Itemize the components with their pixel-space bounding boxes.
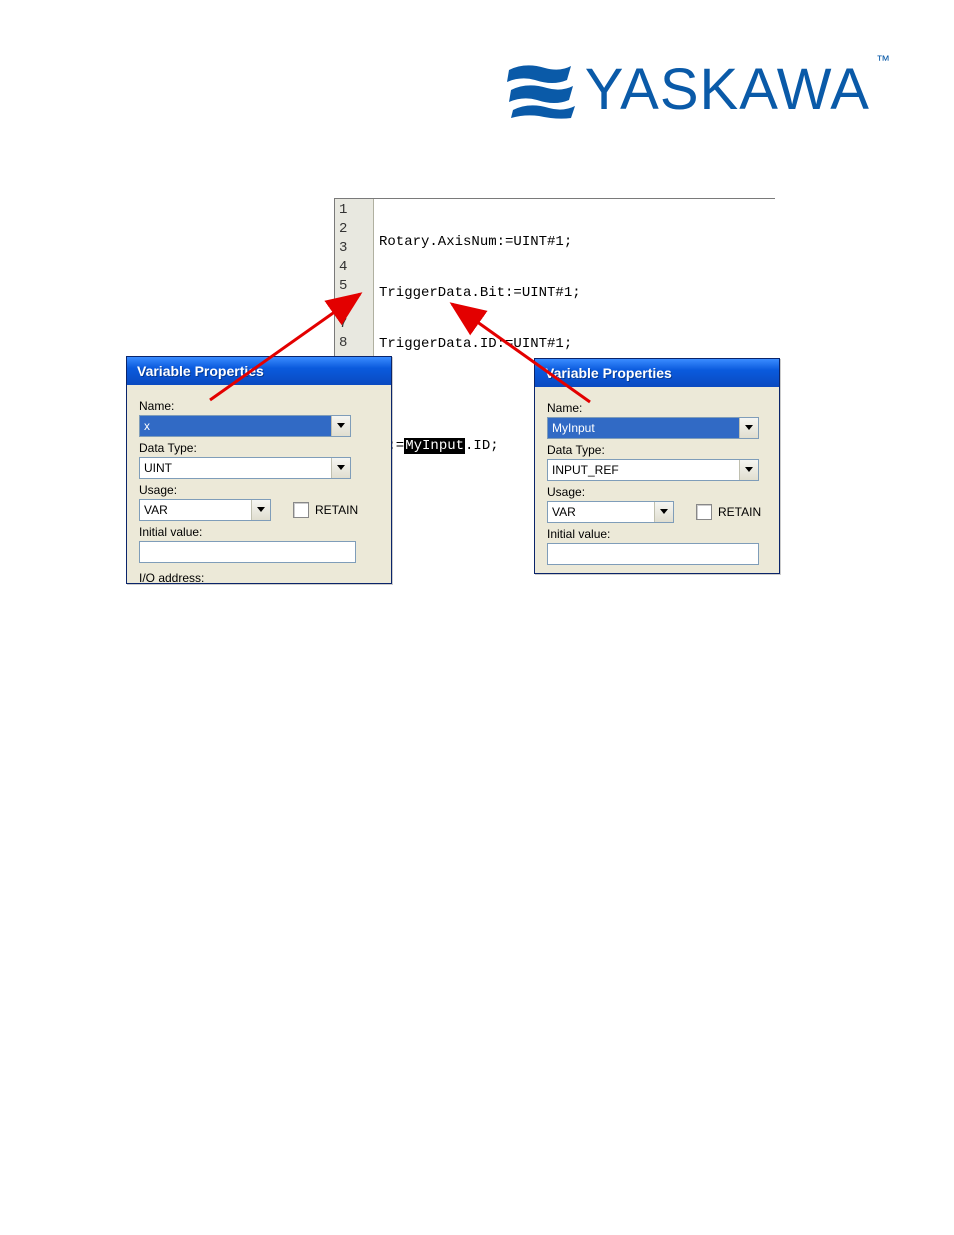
dialog-title[interactable]: Variable Properties <box>127 357 391 385</box>
dropdown-button[interactable] <box>251 500 270 520</box>
code-editor[interactable]: 1 2 3 4 5 6 7 8 Rotary.AxisNum:=UINT#1; … <box>334 198 775 359</box>
datatype-field[interactable]: INPUT_REF <box>547 459 759 481</box>
datatype-label: Data Type: <box>139 441 379 455</box>
usage-field[interactable]: VAR <box>139 499 271 521</box>
name-label: Name: <box>547 401 767 415</box>
chevron-down-icon <box>257 507 265 513</box>
name-field[interactable]: MyInput <box>547 417 759 439</box>
retain-label: RETAIN <box>718 505 761 519</box>
chevron-down-icon <box>745 425 753 431</box>
initial-value-field[interactable] <box>547 543 759 565</box>
gutter-line: 8 <box>335 334 373 353</box>
gutter-line: 3 <box>335 239 373 258</box>
datatype-field[interactable]: UINT <box>139 457 351 479</box>
usage-value[interactable]: VAR <box>140 500 251 520</box>
usage-field[interactable]: VAR <box>547 501 674 523</box>
initial-value-label: Initial value: <box>547 527 767 541</box>
name-value[interactable]: MyInput <box>548 418 739 438</box>
initial-value-field[interactable] <box>139 541 356 563</box>
gutter-line: 5 <box>335 277 373 296</box>
variable-properties-dialog-right: Variable Properties Name: MyInput Data T… <box>534 358 780 574</box>
chevron-down-icon <box>660 509 668 515</box>
yaskawa-mark-icon <box>505 60 575 120</box>
selected-text[interactable]: MyInput <box>404 438 465 454</box>
usage-value[interactable]: VAR <box>548 502 654 522</box>
gutter-line: 6 <box>335 296 373 315</box>
code-line: TriggerData.ID:=UINT#1; <box>379 335 581 354</box>
brand-name: YASKAWA <box>585 61 870 119</box>
initial-value-input[interactable] <box>140 542 355 562</box>
chevron-down-icon <box>337 423 345 429</box>
name-value[interactable]: x <box>140 416 331 436</box>
chevron-down-icon <box>337 465 345 471</box>
variable-properties-dialog-left: Variable Properties Name: x Data Type: U… <box>126 356 392 584</box>
io-address-label: I/O address: <box>139 571 379 585</box>
retain-label: RETAIN <box>315 503 358 517</box>
dropdown-button[interactable] <box>739 460 758 480</box>
datatype-value[interactable]: UINT <box>140 458 331 478</box>
retain-checkbox[interactable] <box>293 502 309 518</box>
retain-checkbox[interactable] <box>696 504 712 520</box>
code-line: TriggerData.Bit:=UINT#1; <box>379 284 581 303</box>
initial-value-label: Initial value: <box>139 525 379 539</box>
gutter-line: 7 <box>335 315 373 334</box>
brand-logo: YASKAWA ™ <box>505 60 894 120</box>
dialog-title[interactable]: Variable Properties <box>535 359 779 387</box>
dropdown-button[interactable] <box>654 502 673 522</box>
name-field[interactable]: x <box>139 415 351 437</box>
chevron-down-icon <box>745 467 753 473</box>
dropdown-button[interactable] <box>331 458 350 478</box>
datatype-value[interactable]: INPUT_REF <box>548 460 739 480</box>
datatype-label: Data Type: <box>547 443 767 457</box>
gutter-line: 1 <box>335 201 373 220</box>
code-line: Rotary.AxisNum:=UINT#1; <box>379 233 581 252</box>
name-label: Name: <box>139 399 379 413</box>
usage-label: Usage: <box>139 483 379 497</box>
brand-tm: ™ <box>876 52 890 68</box>
usage-label: Usage: <box>547 485 767 499</box>
dropdown-button[interactable] <box>331 416 350 436</box>
line-gutter: 1 2 3 4 5 6 7 8 <box>335 199 374 361</box>
initial-value-input[interactable] <box>548 544 758 564</box>
gutter-line: 2 <box>335 220 373 239</box>
gutter-line: 4 <box>335 258 373 277</box>
dropdown-button[interactable] <box>739 418 758 438</box>
